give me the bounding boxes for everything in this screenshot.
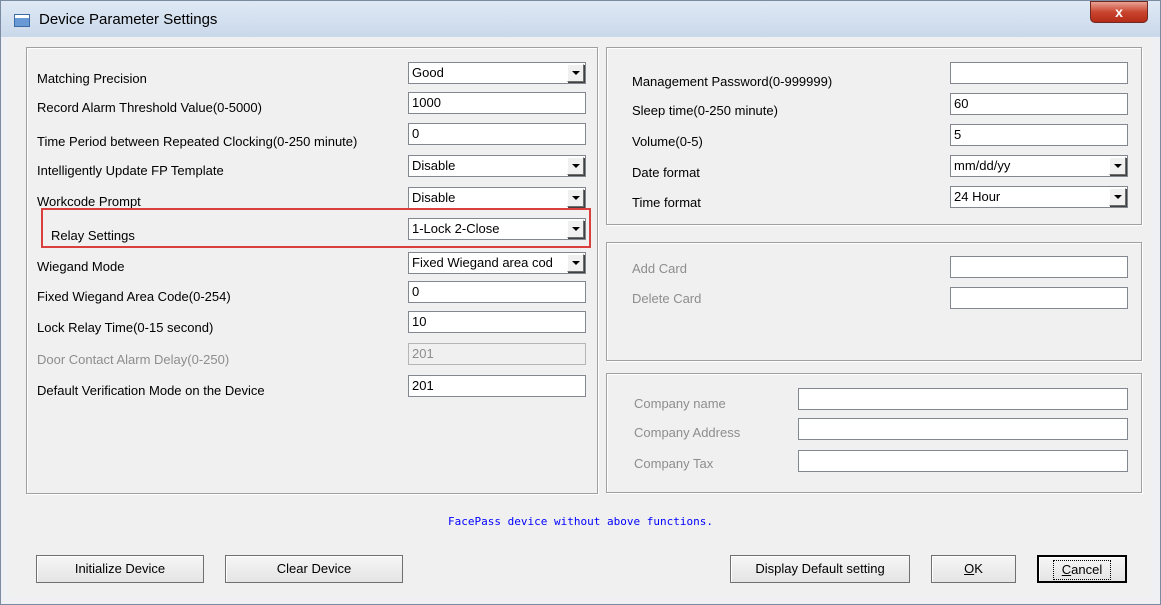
company-tax-input[interactable]: [798, 450, 1128, 472]
workcode-prompt-select[interactable]: Disable: [408, 187, 586, 209]
time-format-select[interactable]: 24 Hour: [950, 186, 1128, 208]
close-button[interactable]: x: [1090, 1, 1148, 23]
lock-relay-time-input[interactable]: 10: [408, 311, 586, 333]
ok-button[interactable]: OK: [931, 555, 1016, 583]
chevron-down-icon[interactable]: [1109, 157, 1126, 175]
default-verification-mode-input[interactable]: 201: [408, 375, 586, 397]
management-password-label: Management Password(0-999999): [632, 74, 833, 89]
relay-settings-label: Relay Settings: [51, 228, 135, 243]
update-fp-template-select[interactable]: Disable: [408, 155, 586, 177]
time-format-label: Time format: [632, 195, 701, 210]
matching-precision-value: Good: [412, 65, 444, 80]
clear-device-button[interactable]: Clear Device: [225, 555, 403, 583]
time-format-value: 24 Hour: [954, 189, 1001, 204]
chevron-down-icon[interactable]: [567, 64, 584, 82]
repeated-clocking-input[interactable]: 0: [408, 123, 586, 145]
cancel-focus-rect: Cancel: [1052, 560, 1112, 580]
default-verification-mode-label: Default Verification Mode on the Device: [37, 383, 265, 398]
volume-input[interactable]: 5: [950, 124, 1128, 146]
record-alarm-threshold-label: Record Alarm Threshold Value(0-5000): [37, 100, 262, 115]
delete-card-label: Delete Card: [632, 291, 702, 306]
window-app-icon: [14, 14, 30, 27]
initialize-device-button[interactable]: Initialize Device: [36, 555, 204, 583]
facepass-notice: FacePass device without above functions.: [448, 515, 713, 528]
chevron-down-icon[interactable]: [1109, 188, 1126, 206]
repeated-clocking-label: Time Period between Repeated Clocking(0-…: [37, 134, 358, 149]
delete-card-input[interactable]: [950, 287, 1128, 309]
device-parameter-settings-window: Device Parameter Settings x Matching Pre…: [0, 0, 1161, 605]
workcode-prompt-label: Workcode Prompt: [37, 194, 141, 209]
window-title: Device Parameter Settings: [39, 11, 218, 28]
ok-access-key: O: [964, 561, 975, 576]
door-contact-alarm-delay-input: 201: [408, 343, 586, 365]
dialog-client-area: Matching Precision Good Record Alarm Thr…: [9, 37, 1152, 598]
lock-relay-time-label: Lock Relay Time(0-15 second): [37, 320, 214, 335]
company-address-label: Company Address: [634, 425, 741, 440]
date-format-select[interactable]: mm/dd/yy: [950, 155, 1128, 177]
relay-settings-value: 1-Lock 2-Close: [412, 221, 500, 236]
wiegand-mode-select[interactable]: Fixed Wiegand area cod: [408, 252, 586, 274]
date-format-label: Date format: [632, 165, 700, 180]
chevron-down-icon[interactable]: [567, 254, 584, 272]
workcode-prompt-value: Disable: [412, 190, 456, 205]
record-alarm-threshold-input[interactable]: 1000: [408, 92, 586, 114]
cancel-button[interactable]: Cancel: [1037, 555, 1127, 583]
wiegand-mode-label: Wiegand Mode: [37, 259, 125, 274]
management-password-input[interactable]: [950, 62, 1128, 84]
update-fp-template-label: Intelligently Update FP Template: [37, 163, 224, 178]
chevron-down-icon[interactable]: [567, 220, 584, 238]
company-address-input[interactable]: [798, 418, 1128, 440]
fixed-wiegand-area-code-label: Fixed Wiegand Area Code(0-254): [37, 289, 231, 304]
cancel-access-key: C: [1061, 562, 1072, 577]
door-contact-alarm-delay-label: Door Contact Alarm Delay(0-250): [37, 352, 230, 367]
cancel-label-rest: ancel: [1071, 562, 1103, 577]
sleep-time-label: Sleep time(0-250 minute): [632, 103, 778, 118]
chevron-down-icon[interactable]: [567, 189, 584, 207]
chevron-down-icon[interactable]: [567, 157, 584, 175]
wiegand-mode-value: Fixed Wiegand area cod: [412, 255, 553, 270]
relay-settings-select[interactable]: 1-Lock 2-Close: [408, 218, 586, 240]
company-tax-label: Company Tax: [634, 456, 714, 471]
company-name-input[interactable]: [798, 388, 1128, 410]
matching-precision-select[interactable]: Good: [408, 62, 586, 84]
company-name-label: Company name: [634, 396, 726, 411]
sleep-time-input[interactable]: 60: [950, 93, 1128, 115]
add-card-input[interactable]: [950, 256, 1128, 278]
update-fp-template-value: Disable: [412, 158, 456, 173]
ok-label-rest: K: [974, 561, 983, 576]
title-bar[interactable]: Device Parameter Settings x: [1, 1, 1160, 37]
date-format-value: mm/dd/yy: [954, 158, 1011, 173]
add-card-label: Add Card: [632, 261, 687, 276]
display-default-setting-button[interactable]: Display Default setting: [730, 555, 910, 583]
matching-precision-label: Matching Precision: [37, 71, 147, 86]
volume-label: Volume(0-5): [632, 134, 703, 149]
fixed-wiegand-area-code-input[interactable]: 0: [408, 281, 586, 303]
